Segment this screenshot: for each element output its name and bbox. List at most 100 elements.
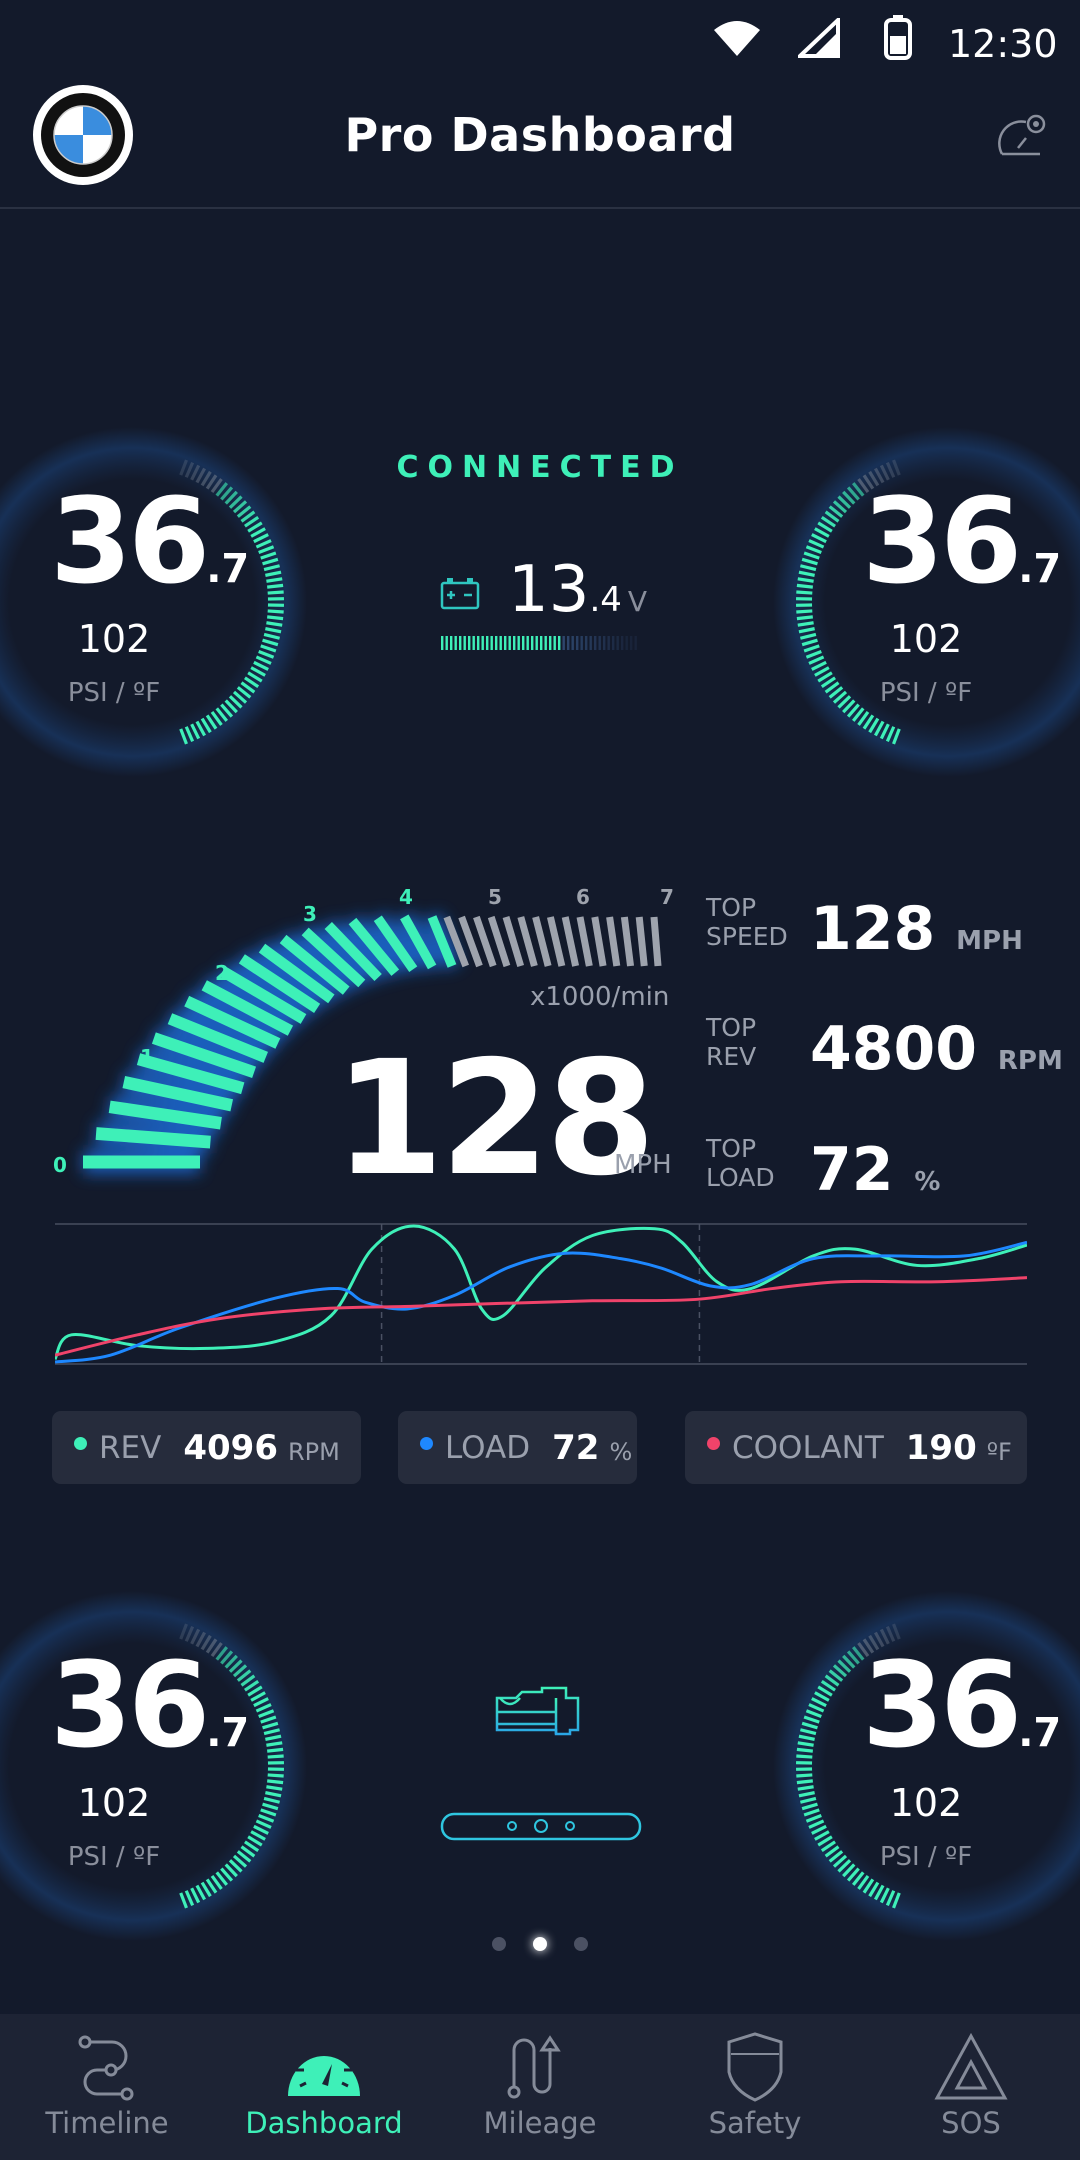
gauge-tick — [267, 590, 284, 595]
status-bar: 12:30 — [0, 0, 1080, 80]
nav-dashboard[interactable]: Dashboard — [224, 2014, 424, 2160]
voltage-dec: .4 — [589, 580, 622, 620]
voltage-bar-segment — [571, 636, 574, 650]
pressure-dec: .7 — [206, 546, 250, 592]
voltage-bar-segment — [612, 636, 615, 650]
voltage-bar-segment — [585, 636, 588, 650]
page-dot[interactable] — [574, 1937, 588, 1951]
voltage-bar-segment — [621, 636, 624, 650]
stat-label: TOP LOAD — [706, 1134, 775, 1192]
battery-icon — [884, 15, 912, 60]
voltage-bar-segment — [468, 636, 471, 650]
legend-label: COOLANT — [732, 1429, 884, 1466]
voltage-unit: V — [627, 585, 648, 618]
gauge-tick — [796, 609, 813, 614]
legend-dot — [74, 1437, 87, 1450]
top-stat: 72 % — [810, 1140, 940, 1200]
tire-pressure: 36.7 — [50, 482, 249, 600]
top-stat: 128 MPH — [810, 899, 1023, 959]
clock: 12:30 — [948, 22, 1058, 66]
tach-label: 4 — [399, 885, 413, 909]
series-line-rev — [55, 1224, 1027, 1361]
bottom-nav: Timeline Dashboard Mileage Safety SOS — [0, 2014, 1080, 2160]
header-divider — [0, 207, 1080, 209]
legend-pill-rev[interactable]: REV 4096 RPM — [52, 1411, 361, 1484]
voltage-bar-segment — [481, 636, 484, 650]
connection-status: CONNECTED — [396, 450, 684, 485]
page-dot[interactable] — [533, 1937, 547, 1951]
battery-level-bar — [441, 636, 637, 650]
signal-icon — [798, 18, 840, 58]
tach-label: 5 — [488, 885, 502, 909]
voltage-bar-segment — [441, 636, 444, 650]
tire-unit: PSI / ºF — [879, 678, 973, 708]
voltage-bar-segment — [504, 636, 507, 650]
stat-unit: MPH — [956, 926, 1023, 956]
pressure-dec: .7 — [1018, 1710, 1062, 1756]
legend-label: REV — [99, 1429, 162, 1466]
nav-label: Mileage — [483, 2106, 597, 2140]
gauge-tick — [796, 1754, 813, 1759]
voltage-bar-segment — [495, 636, 498, 650]
nav-timeline[interactable]: Timeline — [7, 2014, 207, 2160]
nav-safety[interactable]: Safety — [655, 2014, 855, 2160]
gauge-tick — [796, 1779, 813, 1785]
gauge-tick — [267, 1773, 284, 1778]
tach-label: 7 — [660, 885, 674, 909]
nav-sos[interactable]: SOS — [871, 2014, 1071, 2160]
voltage-int: 13 — [508, 553, 590, 627]
voltage-bar-segment — [616, 636, 619, 650]
nav-label: Safety — [708, 2106, 802, 2140]
tire-temp: 102 — [77, 617, 151, 661]
voltage-bar-segment — [508, 636, 511, 650]
voltage-bar-segment — [567, 636, 570, 650]
tach-label: 1 — [140, 1045, 154, 1069]
tach-bar — [532, 916, 552, 967]
tach-bar — [591, 916, 607, 967]
tach-bar — [650, 916, 662, 967]
pressure-int: 36 — [862, 472, 1022, 610]
tire-temp: 102 — [889, 1781, 963, 1825]
tire-pressure: 36.7 — [50, 1646, 249, 1764]
tire-unit: PSI / ºF — [879, 1842, 973, 1872]
legend-unit: % — [609, 1437, 633, 1466]
tire-temp: 102 — [889, 617, 963, 661]
stat-label: TOP SPEED — [706, 893, 788, 951]
route-icon — [507, 2035, 561, 2099]
car-battery-icon — [440, 578, 480, 610]
legend-value: 190 — [905, 1427, 977, 1468]
top-stat: 4800 RPM — [810, 1019, 1063, 1079]
legend-pill-load[interactable]: LOAD 72% — [398, 1411, 637, 1484]
tach-label: 3 — [303, 902, 317, 926]
gauge-tick — [796, 1747, 813, 1753]
legend-pill-coolant[interactable]: COOLANT 190 ºF — [685, 1411, 1027, 1484]
tach-unit: x1000/min — [530, 982, 670, 1012]
nav-mileage[interactable]: Mileage — [440, 2014, 640, 2160]
tach-bar — [546, 916, 566, 967]
voltage-bar-segment — [630, 636, 633, 650]
voltage-bar-segment — [576, 636, 579, 650]
pressure-int: 36 — [862, 1636, 1022, 1774]
voltage-bar-segment — [607, 636, 610, 650]
nav-label: Timeline — [45, 2106, 169, 2140]
gauge-settings-icon[interactable] — [996, 110, 1050, 160]
tach-bar — [95, 1127, 211, 1149]
tire-unit: PSI / ºF — [67, 678, 161, 708]
voltage-bar-segment — [625, 636, 628, 650]
obd-connector-icon — [440, 1812, 642, 1841]
voltage-bar-segment — [486, 636, 489, 650]
voltage-bar-segment — [549, 636, 552, 650]
voltage-bar-segment — [558, 636, 561, 650]
legend-unit: RPM — [287, 1437, 340, 1466]
tach-bar — [635, 916, 648, 967]
tach-label: 0 — [53, 1153, 67, 1177]
stat-value: 4800 — [810, 1014, 977, 1084]
voltage-bar-segment — [522, 636, 525, 650]
tach-bar — [561, 916, 580, 967]
legend-value: 4096 — [183, 1427, 278, 1468]
nav-label: SOS — [941, 2106, 1001, 2140]
voltage-bar-segment — [603, 636, 606, 650]
page-dot[interactable] — [492, 1937, 506, 1951]
gauge-tick — [267, 1754, 284, 1759]
page-title: Pro Dashboard — [344, 108, 736, 162]
